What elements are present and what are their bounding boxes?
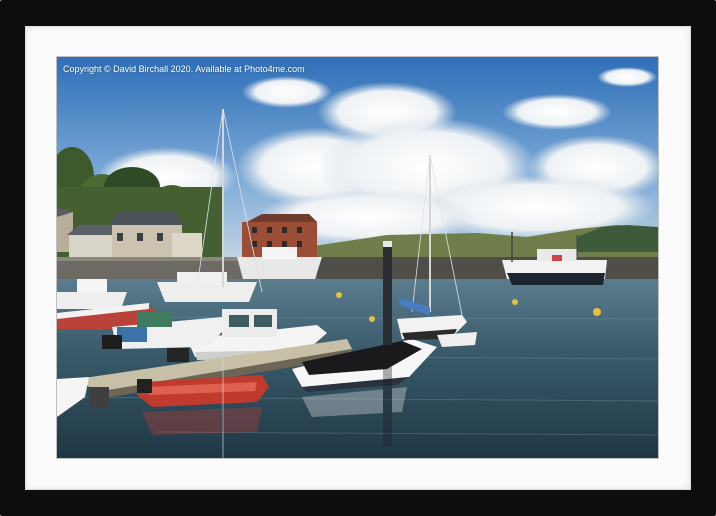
- harbour-photo: [57, 57, 658, 458]
- copyright-notice: Copyright © David Birchall 2020. Availab…: [63, 64, 305, 74]
- navigation-post: [383, 245, 392, 345]
